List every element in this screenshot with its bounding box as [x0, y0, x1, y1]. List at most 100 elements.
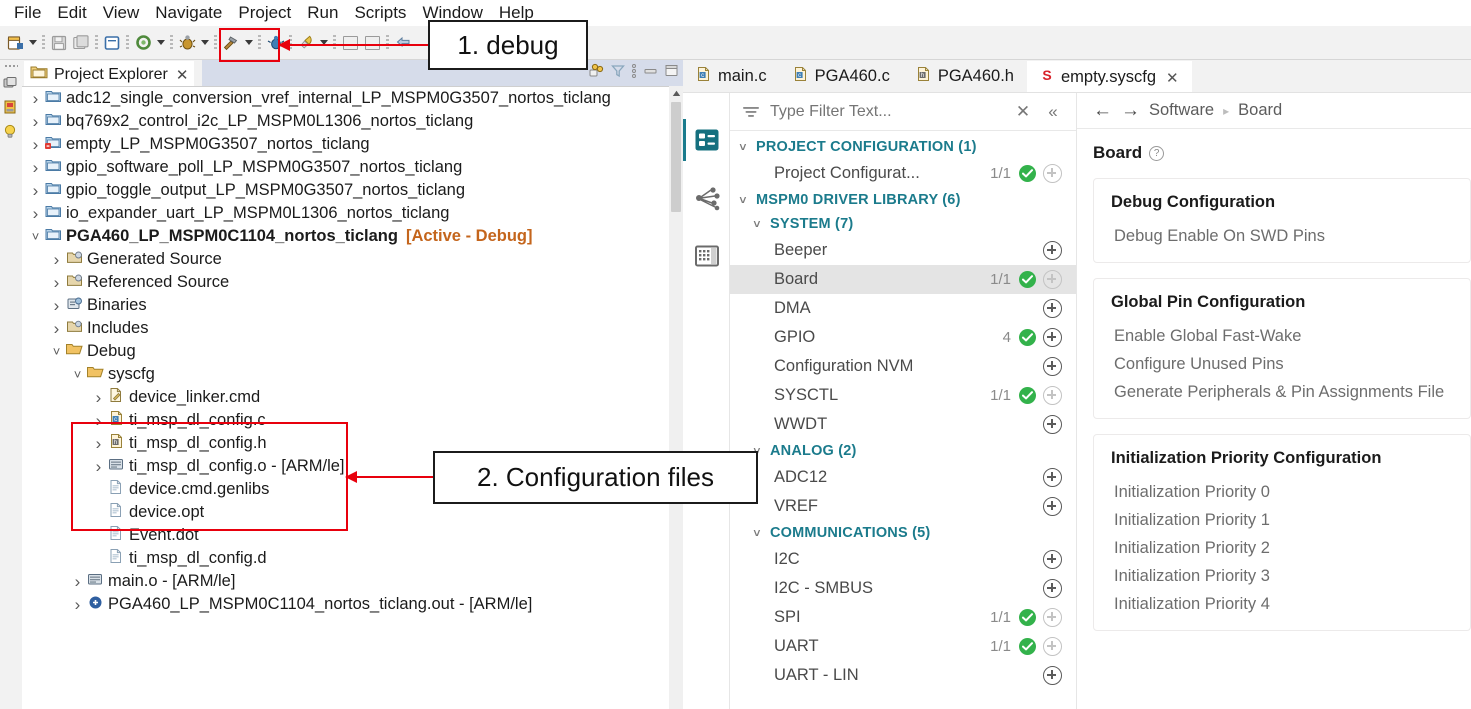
twisty-collapsed-icon[interactable]: › — [49, 250, 64, 270]
project-tree-row[interactable]: ›Binaries — [22, 294, 683, 317]
board-view-icon[interactable] — [683, 227, 730, 285]
settings-option-label[interactable]: Generate Peripherals & Pin Assignments F… — [1111, 374, 1470, 402]
chevron-down-icon[interactable]: ˅ — [744, 217, 770, 231]
new-file-icon[interactable] — [4, 32, 26, 54]
arrow-left-icon[interactable]: ← — [1093, 100, 1121, 122]
twisty-collapsed-icon[interactable]: › — [28, 181, 43, 201]
project-tree-row[interactable]: ›device_linker.cmd — [22, 386, 683, 409]
editor-tab-pga460-c[interactable]: cPGA460.c — [780, 61, 903, 92]
module-group-header[interactable]: ˅SYSTEM (7) — [730, 212, 1076, 236]
project-tree-row[interactable]: ›Referenced Source — [22, 271, 683, 294]
editor-tab-pga460-h[interactable]: hPGA460.h — [903, 61, 1027, 92]
add-module-button[interactable] — [1043, 328, 1062, 347]
module-item-vref[interactable]: VREF — [730, 492, 1076, 521]
module-item-wwdt[interactable]: WWDT — [730, 410, 1076, 439]
arrow-right-icon[interactable]: → — [1121, 100, 1149, 122]
settings-option-label[interactable]: Debug Enable On SWD Pins — [1111, 218, 1470, 246]
module-item-sysctl[interactable]: SYSCTL1/1 — [730, 381, 1076, 410]
close-icon[interactable]: ✕ — [1166, 69, 1179, 87]
filter-lines-icon[interactable] — [738, 105, 764, 119]
module-item-spi[interactable]: SPI1/1 — [730, 603, 1076, 632]
step-into-icon[interactable] — [339, 32, 361, 54]
menu-item-project[interactable]: Project — [230, 3, 299, 23]
module-group-header[interactable]: ˅COMMUNICATIONS (5) — [730, 521, 1076, 545]
add-module-button[interactable] — [1043, 579, 1062, 598]
debug-dropdown-arrow[interactable] — [198, 32, 211, 54]
twisty-collapsed-icon[interactable]: › — [91, 388, 106, 408]
filter-icon[interactable] — [611, 64, 625, 83]
settings-option-label[interactable]: Initialization Priority 4 — [1111, 586, 1470, 614]
link-with-editor-icon[interactable] — [589, 63, 605, 83]
breadcrumb-root[interactable]: Software — [1149, 101, 1214, 120]
chevron-down-icon[interactable]: ˅ — [730, 140, 756, 154]
add-module-button[interactable] — [1043, 357, 1062, 376]
project-tree-row[interactable]: ›PGA460_LP_MSPM0C1104_nortos_ticlang.out… — [22, 593, 683, 616]
twisty-collapsed-icon[interactable]: › — [28, 112, 43, 132]
project-tree-row[interactable]: ›bq769x2_control_i2c_LP_MSPM0L1306_norto… — [22, 110, 683, 133]
module-item-adc12[interactable]: ADC12 — [730, 463, 1076, 492]
build-settings-icon[interactable] — [132, 32, 154, 54]
new-dropdown-arrow[interactable] — [26, 32, 39, 54]
add-module-button[interactable] — [1043, 608, 1062, 627]
project-tree-row[interactable]: ˅Debug — [22, 340, 683, 363]
project-tree-row[interactable]: ti_msp_dl_config.d — [22, 547, 683, 570]
filter-input[interactable] — [764, 102, 1008, 122]
project-tree-row[interactable]: ›main.o - [ARM/le] — [22, 570, 683, 593]
add-module-button[interactable] — [1043, 241, 1062, 260]
scroll-up-icon[interactable] — [669, 86, 683, 100]
view-menu-icon[interactable] — [631, 63, 637, 84]
project-tree-row[interactable]: ›gpio_toggle_output_LP_MSPM0G3507_nortos… — [22, 179, 683, 202]
settings-option-label[interactable]: Enable Global Fast-Wake — [1111, 318, 1470, 346]
menu-item-scripts[interactable]: Scripts — [346, 3, 414, 23]
breadcrumb-leaf[interactable]: Board — [1238, 101, 1282, 120]
collapse-all-icon[interactable]: « — [1038, 102, 1068, 122]
add-module-button[interactable] — [1043, 666, 1062, 685]
debug-view-fastview-icon[interactable] — [0, 96, 20, 118]
hardware-pinmux-icon[interactable] — [683, 169, 730, 227]
twisty-collapsed-icon[interactable]: › — [28, 89, 43, 109]
tab-project-explorer[interactable]: Project Explorer ✕ — [24, 61, 194, 86]
add-module-button[interactable] — [1043, 637, 1062, 656]
chevron-down-icon[interactable]: ˅ — [730, 193, 756, 207]
add-module-button[interactable] — [1043, 164, 1062, 183]
twisty-collapsed-icon[interactable]: › — [28, 135, 43, 155]
twisty-collapsed-icon[interactable]: › — [70, 572, 85, 592]
run-dropdown-arrow[interactable] — [317, 32, 330, 54]
twisty-collapsed-icon[interactable]: › — [70, 595, 85, 615]
module-group-header[interactable]: ˅PROJECT CONFIGURATION (1) — [730, 135, 1076, 159]
module-item-uart-lin[interactable]: UART - LIN — [730, 661, 1076, 690]
settings-option-label[interactable]: Initialization Priority 3 — [1111, 558, 1470, 586]
project-explorer-scrollbar[interactable] — [669, 86, 683, 709]
build-settings-dropdown-arrow[interactable] — [154, 32, 167, 54]
project-tree-row[interactable]: ›adc12_single_conversion_vref_internal_L… — [22, 87, 683, 110]
lightbulb-fastview-icon[interactable] — [0, 120, 20, 142]
menu-item-view[interactable]: View — [95, 3, 148, 23]
settings-option-label[interactable]: Initialization Priority 0 — [1111, 474, 1470, 502]
module-item-uart[interactable]: UART1/1 — [730, 632, 1076, 661]
debug-icon[interactable] — [176, 32, 198, 54]
menu-item-edit[interactable]: Edit — [49, 3, 94, 23]
run-icon[interactable] — [295, 32, 317, 54]
add-module-button[interactable] — [1043, 270, 1062, 289]
module-item-gpio[interactable]: GPIO4 — [730, 323, 1076, 352]
add-module-button[interactable] — [1043, 497, 1062, 516]
twisty-collapsed-icon[interactable]: › — [49, 319, 64, 339]
module-item-dma[interactable]: DMA — [730, 294, 1076, 323]
project-tree-row[interactable]: ›gpio_software_poll_LP_MSPM0G3507_nortos… — [22, 156, 683, 179]
editor-tab-empty-syscfg[interactable]: Sempty.syscfg✕ — [1027, 61, 1192, 92]
close-icon[interactable]: ✕ — [1008, 102, 1038, 122]
twisty-collapsed-icon[interactable]: › — [28, 204, 43, 224]
twisty-expanded-icon[interactable]: ˅ — [70, 367, 85, 382]
project-tree-row[interactable]: ›io_expander_uart_LP_MSPM0L1306_nortos_t… — [22, 202, 683, 225]
add-module-button[interactable] — [1043, 550, 1062, 569]
module-group-header[interactable]: ˅ANALOG (2) — [730, 439, 1076, 463]
minimize-icon[interactable] — [643, 64, 658, 82]
twisty-collapsed-icon[interactable]: › — [49, 296, 64, 316]
maximize-icon[interactable] — [664, 64, 679, 82]
twisty-expanded-icon[interactable]: ˅ — [49, 344, 64, 359]
add-module-button[interactable] — [1043, 386, 1062, 405]
module-item-board[interactable]: Board1/1 — [730, 265, 1076, 294]
project-tree-row[interactable]: ›empty_LP_MSPM0G3507_nortos_ticlang — [22, 133, 683, 156]
module-item-beeper[interactable]: Beeper — [730, 236, 1076, 265]
settings-option-label[interactable]: Configure Unused Pins — [1111, 346, 1470, 374]
